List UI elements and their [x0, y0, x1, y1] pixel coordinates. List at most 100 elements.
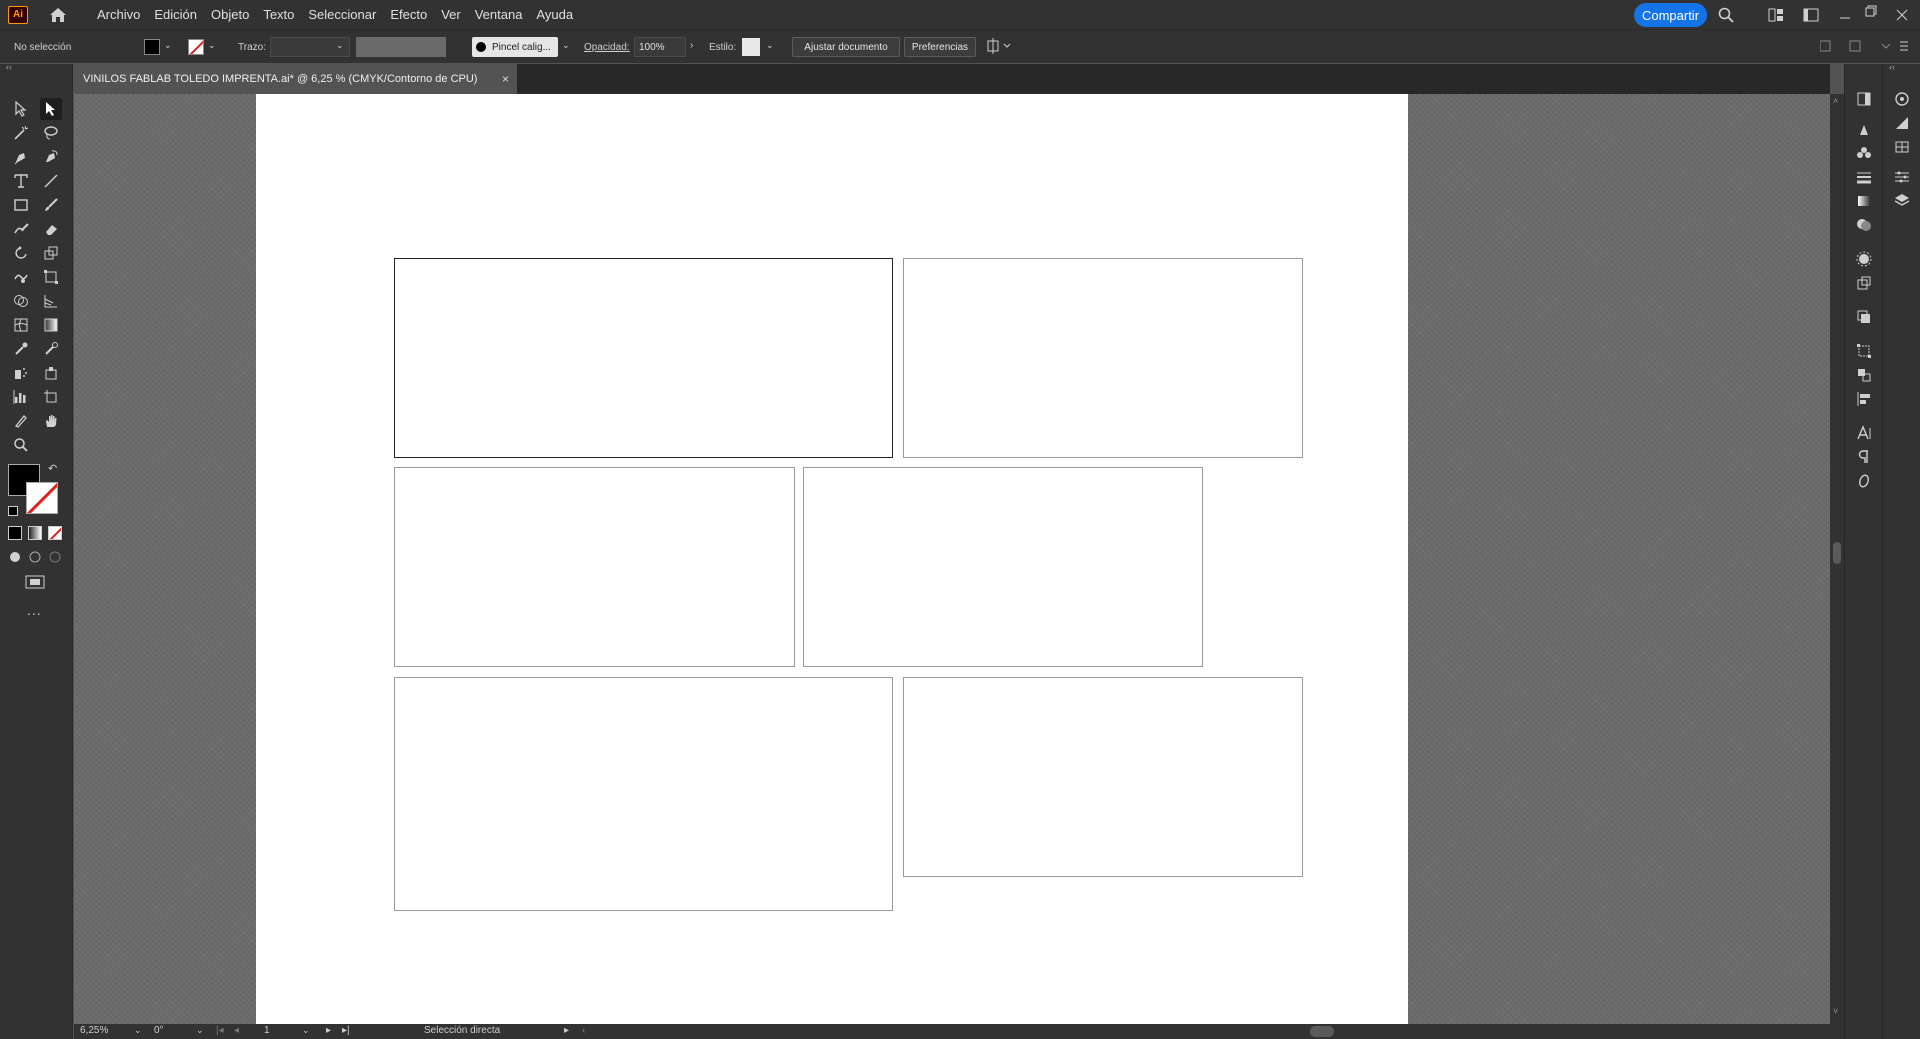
chevron-down-icon[interactable]: ⌄ — [302, 1025, 310, 1036]
app-logo[interactable]: Ai — [8, 5, 28, 24]
opacity-label[interactable]: Opacidad: — [584, 42, 630, 53]
rectangle-icon[interactable] — [10, 194, 32, 216]
color-mode-icon[interactable] — [8, 526, 22, 540]
menu-edicion[interactable]: Edición — [147, 0, 204, 29]
hand-icon[interactable] — [40, 410, 62, 432]
type-icon[interactable] — [10, 170, 32, 192]
stroke-color-box[interactable] — [26, 482, 58, 514]
mesh-icon[interactable] — [10, 314, 32, 336]
screen-mode-icon[interactable] — [24, 574, 46, 595]
panel-toggle-icon[interactable] — [1819, 38, 1910, 59]
slice-icon[interactable] — [10, 410, 32, 432]
menu-texto[interactable]: Texto — [256, 0, 301, 29]
vertical-scrollbar[interactable]: ˄ ˅ — [1830, 94, 1844, 1024]
swatches-icon[interactable] — [1893, 138, 1911, 156]
variable-width-profile[interactable] — [356, 37, 446, 57]
scroll-up-icon[interactable]: ˄ — [1833, 96, 1838, 106]
graphic-style-swatch[interactable] — [742, 38, 760, 56]
chevron-right-icon[interactable]: › — [690, 40, 693, 51]
paintbrush-icon[interactable] — [40, 194, 62, 216]
workspace-icon[interactable] — [1802, 6, 1820, 24]
scrollbar-thumb[interactable] — [1833, 542, 1841, 564]
rotation-angle[interactable]: 0° — [154, 1025, 164, 1036]
vinyl-rectangle-3[interactable] — [394, 467, 795, 667]
chevron-down-icon[interactable]: ⌄ — [164, 40, 172, 51]
draw-behind-icon[interactable] — [28, 550, 42, 569]
direct-selection-icon[interactable] — [40, 98, 62, 120]
scroll-down-icon[interactable]: ˅ — [1833, 1006, 1838, 1016]
transform-icon[interactable] — [1855, 342, 1873, 360]
brushes-icon[interactable] — [1855, 120, 1873, 138]
gradient-mode-icon[interactable] — [28, 526, 42, 540]
character-icon[interactable] — [1855, 424, 1873, 442]
previous-artboard-icon[interactable]: ◂ — [234, 1025, 239, 1036]
collapse-panel-icon[interactable]: ‹‹ — [1889, 62, 1895, 72]
vinyl-rectangle-1[interactable] — [394, 258, 893, 458]
symbols-icon[interactable] — [1855, 144, 1873, 162]
search-icon[interactable] — [1717, 6, 1735, 24]
fill-swatch[interactable] — [144, 39, 160, 55]
transparency-icon[interactable] — [1855, 216, 1873, 234]
eyedropper-icon[interactable] — [10, 338, 32, 360]
warp-icon[interactable] — [10, 266, 32, 288]
eraser-icon[interactable] — [40, 218, 62, 240]
home-icon[interactable] — [48, 5, 68, 25]
collapse-panel-icon[interactable]: ‹‹ — [6, 62, 12, 72]
lasso-icon[interactable] — [40, 122, 62, 144]
live-paint-icon[interactable] — [40, 362, 62, 384]
minimize-icon[interactable] — [1836, 6, 1854, 24]
menu-seleccionar[interactable]: Seleccionar — [301, 0, 383, 29]
next-artboard-icon[interactable]: ▸ — [326, 1025, 331, 1036]
none-mode-icon[interactable] — [48, 526, 62, 540]
chevron-down-icon[interactable]: ⌄ — [336, 40, 344, 51]
opacity-field[interactable]: 100% — [634, 37, 686, 57]
arrange-documents-icon[interactable] — [1767, 6, 1785, 24]
perspective-icon[interactable] — [40, 290, 62, 312]
opentype-icon[interactable] — [1855, 472, 1873, 490]
align-panel-icon[interactable] — [1855, 366, 1873, 384]
scroll-left-icon[interactable]: ‹ — [582, 1025, 585, 1036]
chevron-down-icon[interactable]: ⌄ — [766, 40, 774, 51]
align-options-icon[interactable] — [986, 38, 1014, 59]
stroke-panel-icon[interactable] — [1855, 168, 1873, 186]
pathfinder-icon[interactable] — [1855, 308, 1873, 326]
chevron-down-icon[interactable]: ⌄ — [562, 40, 570, 51]
chevron-down-icon[interactable]: ⌄ — [196, 1025, 204, 1036]
canvas-area[interactable] — [74, 94, 1830, 1024]
draw-inside-icon[interactable] — [48, 550, 62, 569]
vinyl-rectangle-2[interactable] — [903, 258, 1303, 458]
menu-ventana[interactable]: Ventana — [468, 0, 530, 29]
vinyl-rectangle-6[interactable] — [903, 677, 1303, 877]
first-artboard-icon[interactable]: |◂ — [216, 1025, 224, 1036]
symbol-sprayer-icon[interactable] — [10, 362, 32, 384]
scale-icon[interactable] — [40, 242, 62, 264]
fit-document-button[interactable]: Ajustar documento — [792, 37, 900, 57]
brush-definition[interactable]: Pincel calig... — [472, 37, 558, 57]
pen-icon[interactable] — [10, 146, 32, 168]
selection-icon[interactable] — [10, 98, 32, 120]
stroke-swatch[interactable] — [188, 39, 204, 55]
draw-normal-icon[interactable] — [8, 550, 22, 569]
artboard-icon[interactable] — [40, 386, 62, 408]
rotate-icon[interactable] — [10, 242, 32, 264]
swap-colors-icon[interactable]: ↶ — [48, 462, 57, 475]
zoom-level[interactable]: 6,25% — [80, 1025, 108, 1036]
graph-icon[interactable] — [10, 386, 32, 408]
last-artboard-icon[interactable]: ▸| — [342, 1025, 350, 1036]
adjustments-icon[interactable] — [1893, 168, 1911, 186]
menu-ayuda[interactable]: Ayuda — [529, 0, 580, 29]
menu-objeto[interactable]: Objeto — [204, 0, 256, 29]
shaper-icon[interactable] — [10, 218, 32, 240]
properties-icon[interactable] — [1855, 90, 1873, 108]
chevron-down-icon[interactable]: ⌄ — [134, 1025, 142, 1036]
graphic-styles-icon[interactable] — [1855, 274, 1873, 292]
menu-efecto[interactable]: Efecto — [383, 0, 434, 29]
paragraph-icon[interactable] — [1855, 448, 1873, 466]
preferences-button[interactable]: Preferencias — [904, 37, 976, 57]
blend-icon[interactable] — [40, 338, 62, 360]
gradient-icon[interactable] — [40, 314, 62, 336]
magic-wand-icon[interactable] — [10, 122, 32, 144]
artboard-number[interactable]: 1 — [264, 1025, 270, 1036]
vinyl-rectangle-5[interactable] — [394, 677, 893, 911]
gradient-panel-icon[interactable] — [1855, 192, 1873, 210]
